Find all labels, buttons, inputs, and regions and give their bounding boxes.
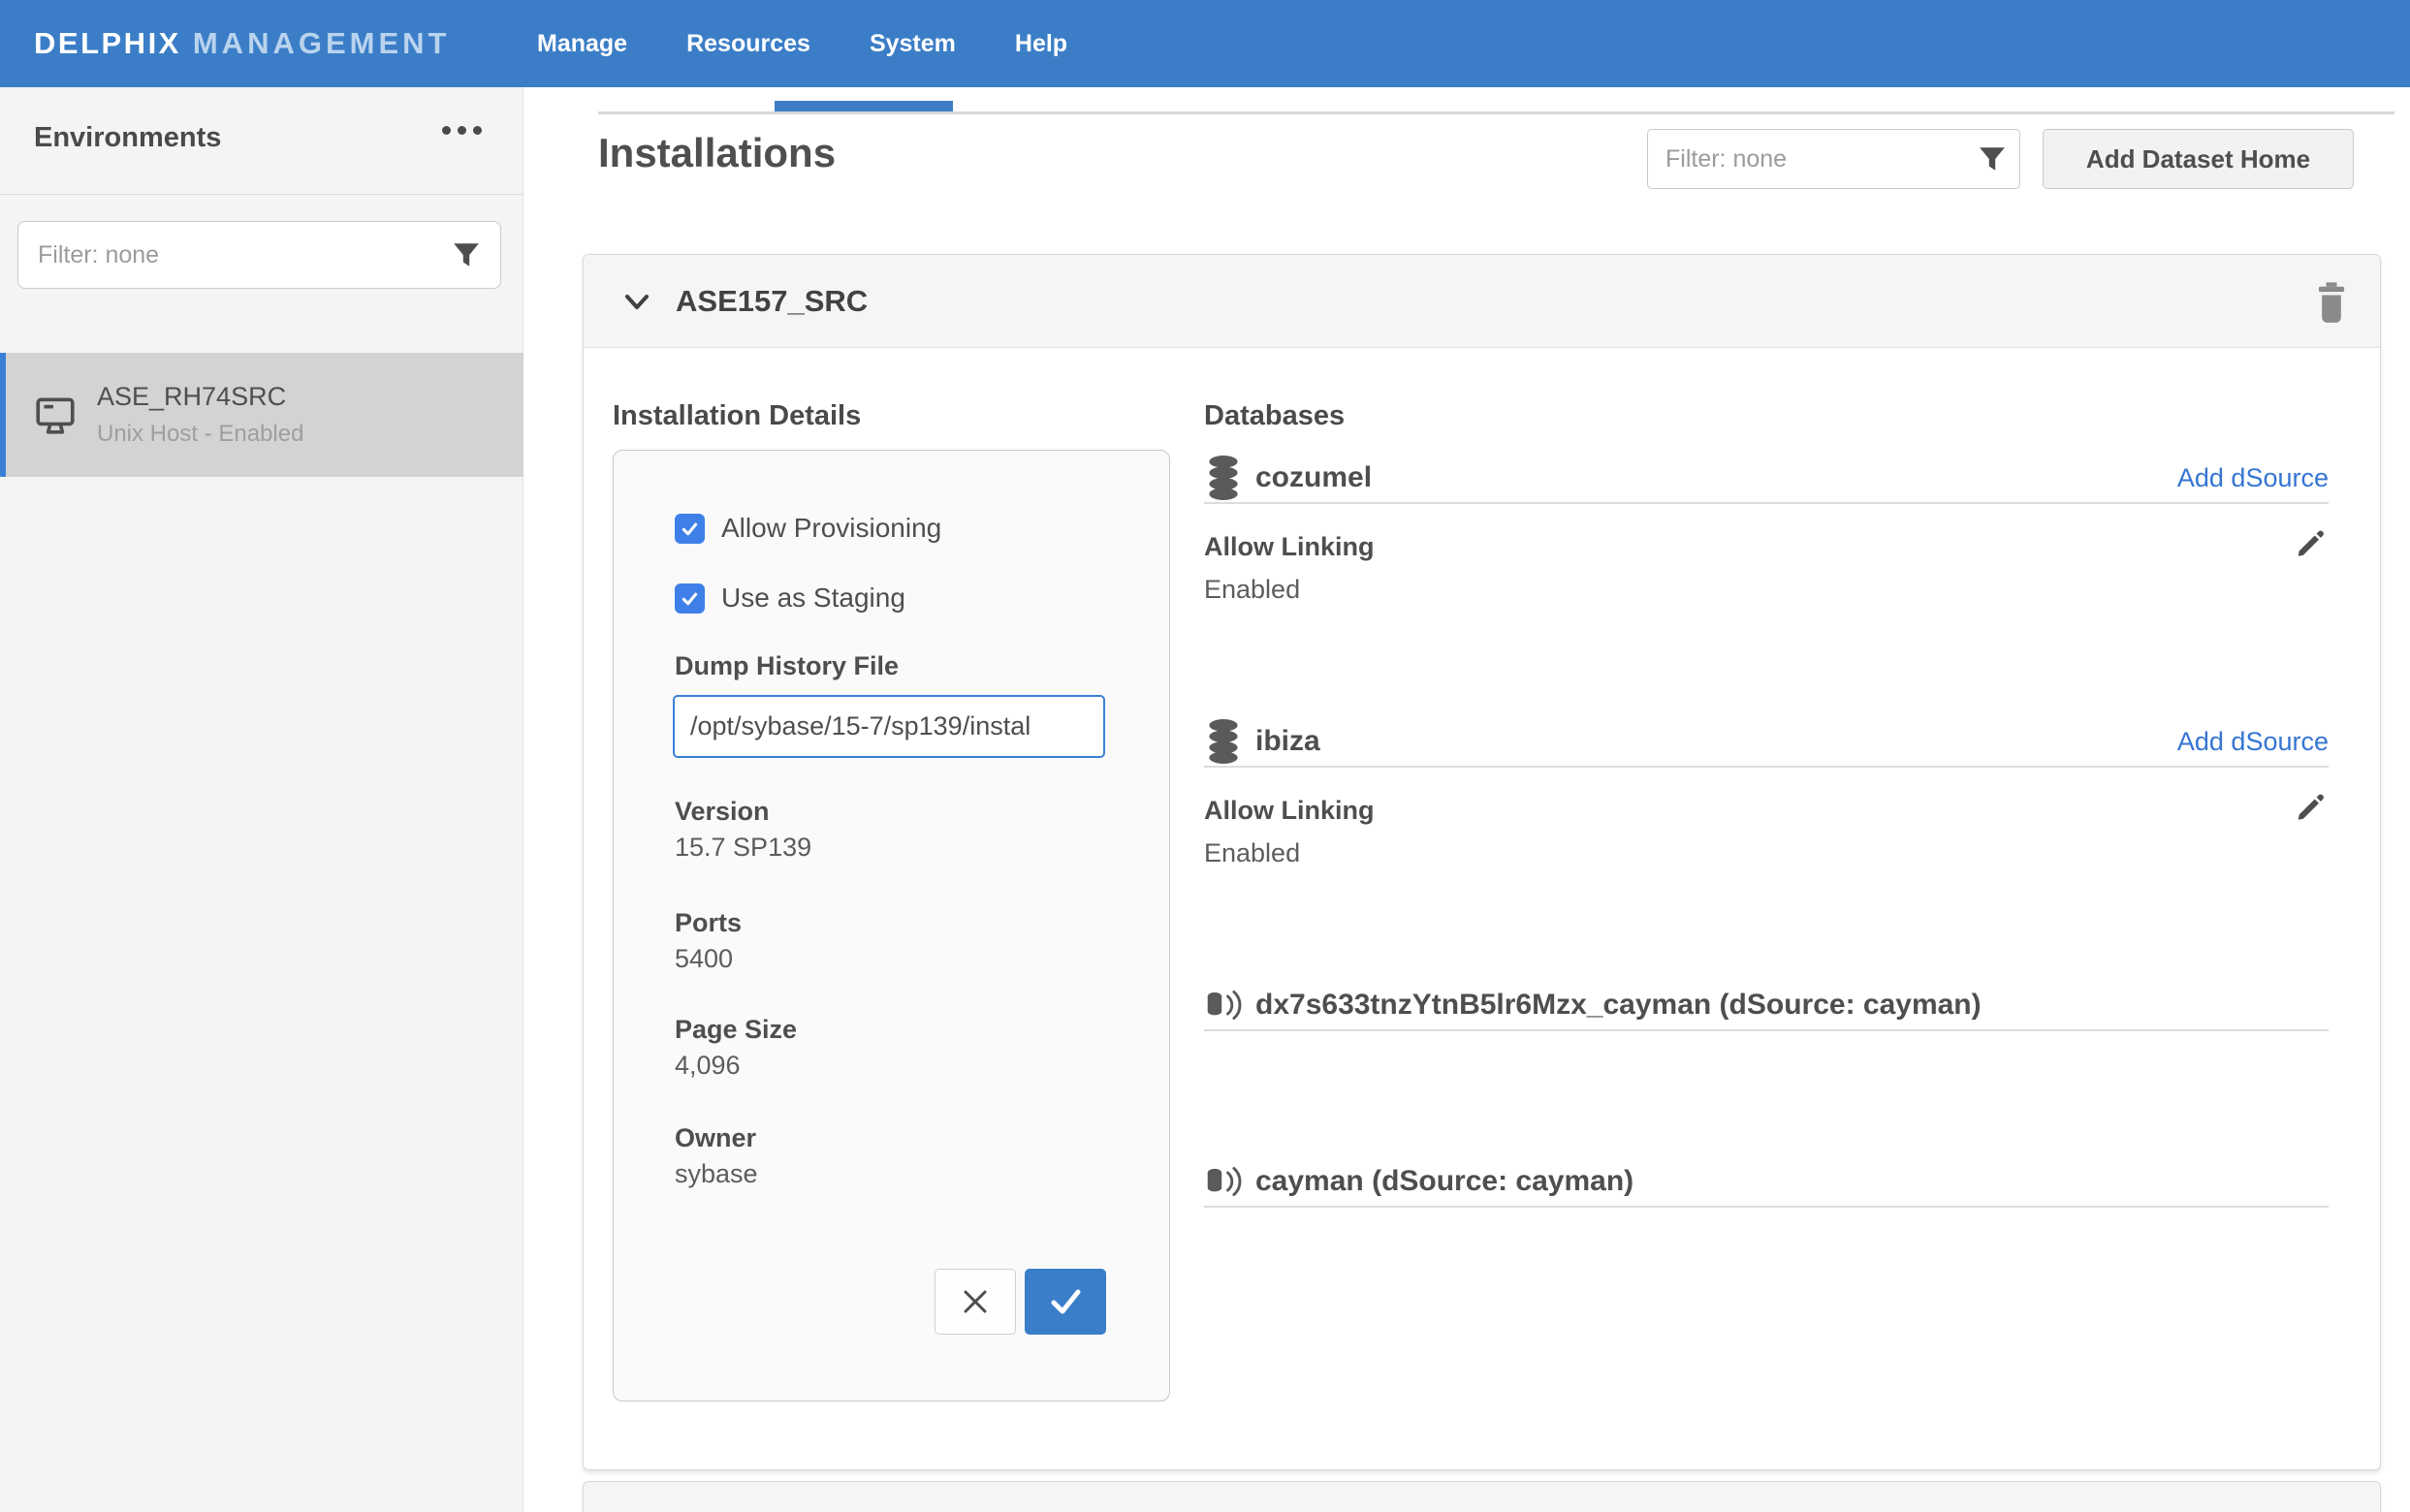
sidebar-header: Environments — [0, 87, 523, 195]
collapsed-installation-card[interactable] — [583, 1481, 2381, 1512]
use-as-staging-row: Use as Staging — [675, 583, 905, 614]
allow-linking-value: Enabled — [1204, 838, 2329, 868]
page-title: Installations — [598, 130, 836, 176]
environments-sidebar: Environments ASE_RH74SRC Unix Host - Ena… — [0, 87, 523, 1512]
add-dsource-link[interactable]: Add dSource — [2177, 463, 2329, 493]
database-entry: ibiza Add dSource Allow Linking Enabled — [1204, 717, 2329, 868]
installation-details-panel: Allow Provisioning Use as Staging Dump H… — [613, 450, 1170, 1402]
page-size-label: Page Size — [675, 1015, 797, 1045]
nav-item-resources[interactable]: Resources — [686, 30, 810, 58]
brand-primary: DELPHIX — [34, 26, 181, 61]
installations-filter-input[interactable] — [1665, 145, 1978, 173]
filter-funnel-icon[interactable] — [1978, 144, 2007, 173]
dump-history-file-label: Dump History File — [675, 651, 899, 681]
filter-funnel-icon[interactable] — [452, 240, 481, 269]
installations-filter-box — [1647, 129, 2020, 189]
dsource-entry: cayman (dSource: cayman) — [1204, 1157, 2329, 1208]
dsource-icon — [1204, 988, 1243, 1023]
database-title-row: ibiza Add dSource — [1204, 717, 2329, 768]
sidebar-filter-input[interactable] — [38, 241, 452, 269]
dsource-title-row: cayman (dSource: cayman) — [1204, 1157, 2329, 1208]
installation-card-header: ASE157_SRC — [584, 255, 2380, 348]
allow-linking-label: Allow Linking — [1204, 532, 2329, 562]
sidebar-item-environment[interactable]: ASE_RH74SRC Unix Host - Enabled — [0, 353, 523, 477]
dsource-entry: dx7s633tnzYtnB5lr6Mzx_cayman (dSource: c… — [1204, 981, 2329, 1031]
host-icon — [33, 393, 78, 437]
add-dataset-home-button[interactable]: Add Dataset Home — [2043, 129, 2354, 189]
dsource-name: cayman (dSource: cayman) — [1255, 1165, 1633, 1198]
top-nav-bar: DELPHIX MANAGEMENT Manage Resources Syst… — [0, 0, 2410, 87]
brand-secondary: MANAGEMENT — [193, 26, 451, 61]
trash-icon[interactable] — [2312, 278, 2351, 330]
use-as-staging-checkbox[interactable] — [675, 583, 705, 614]
database-icon — [1204, 455, 1243, 501]
owner-label: Owner — [675, 1123, 756, 1153]
use-as-staging-label: Use as Staging — [721, 583, 905, 614]
database-entry: cozumel Add dSource Allow Linking Enable… — [1204, 454, 2329, 605]
database-name: cozumel — [1255, 461, 1372, 494]
ports-label: Ports — [675, 908, 742, 938]
version-label: Version — [675, 797, 770, 827]
close-icon — [959, 1285, 992, 1318]
allow-provisioning-checkbox[interactable] — [675, 514, 705, 544]
installation-name: ASE157_SRC — [676, 284, 868, 319]
sidebar-title: Environments — [34, 122, 221, 154]
dsource-name: dx7s633tnzYtnB5lr6Mzx_cayman (dSource: c… — [1255, 989, 1982, 1022]
owner-value: sybase — [675, 1159, 758, 1189]
nav-item-manage[interactable]: Manage — [537, 30, 627, 58]
environment-name: ASE_RH74SRC — [97, 382, 303, 412]
allow-provisioning-label: Allow Provisioning — [721, 513, 941, 544]
pencil-icon[interactable] — [2294, 527, 2327, 565]
delphix-management-app: DELPHIX MANAGEMENT Manage Resources Syst… — [0, 0, 2410, 1512]
brand-logo: DELPHIX MANAGEMENT — [34, 0, 450, 87]
dsource-icon — [1204, 1164, 1243, 1199]
databases-heading: Databases — [1204, 400, 2329, 432]
tab-bar-rule — [598, 111, 2394, 114]
databases-column: Databases cozumel Add dSource — [1204, 400, 2329, 1208]
ports-value: 5400 — [675, 944, 733, 974]
environment-status: Unix Host - Enabled — [97, 421, 303, 448]
cancel-button[interactable] — [935, 1269, 1016, 1335]
nav-item-help[interactable]: Help — [1015, 30, 1067, 58]
allow-linking-value: Enabled — [1204, 575, 2329, 605]
allow-provisioning-row: Allow Provisioning — [675, 513, 941, 544]
page-size-value: 4,096 — [675, 1051, 741, 1081]
main-content: Installations Add Dataset Home ASE157_SR… — [524, 87, 2410, 1512]
installation-card: ASE157_SRC Installation Details Allow — [583, 254, 2381, 1470]
version-value: 15.7 SP139 — [675, 833, 811, 863]
dump-history-file-input[interactable] — [673, 695, 1105, 758]
database-entry-body: Allow Linking Enabled — [1204, 504, 2329, 605]
allow-linking-label: Allow Linking — [1204, 796, 2329, 826]
dsource-title-row: dx7s633tnzYtnB5lr6Mzx_cayman (dSource: c… — [1204, 981, 2329, 1031]
pencil-icon[interactable] — [2294, 791, 2327, 829]
installation-details-heading: Installation Details — [613, 400, 861, 432]
ellipsis-menu-icon[interactable] — [442, 126, 482, 135]
database-entry-body: Allow Linking Enabled — [1204, 768, 2329, 868]
check-icon — [1046, 1285, 1085, 1318]
nav-menu: Manage Resources System Help — [537, 0, 1067, 87]
nav-item-system[interactable]: System — [870, 30, 956, 58]
database-name: ibiza — [1255, 725, 1320, 758]
database-icon — [1204, 718, 1243, 765]
add-dsource-link[interactable]: Add dSource — [2177, 727, 2329, 757]
sidebar-filter-box — [17, 221, 501, 289]
active-tab-indicator[interactable] — [775, 101, 953, 111]
database-title-row: cozumel Add dSource — [1204, 454, 2329, 504]
chevron-down-icon[interactable] — [619, 284, 654, 319]
confirm-button[interactable] — [1025, 1269, 1106, 1335]
